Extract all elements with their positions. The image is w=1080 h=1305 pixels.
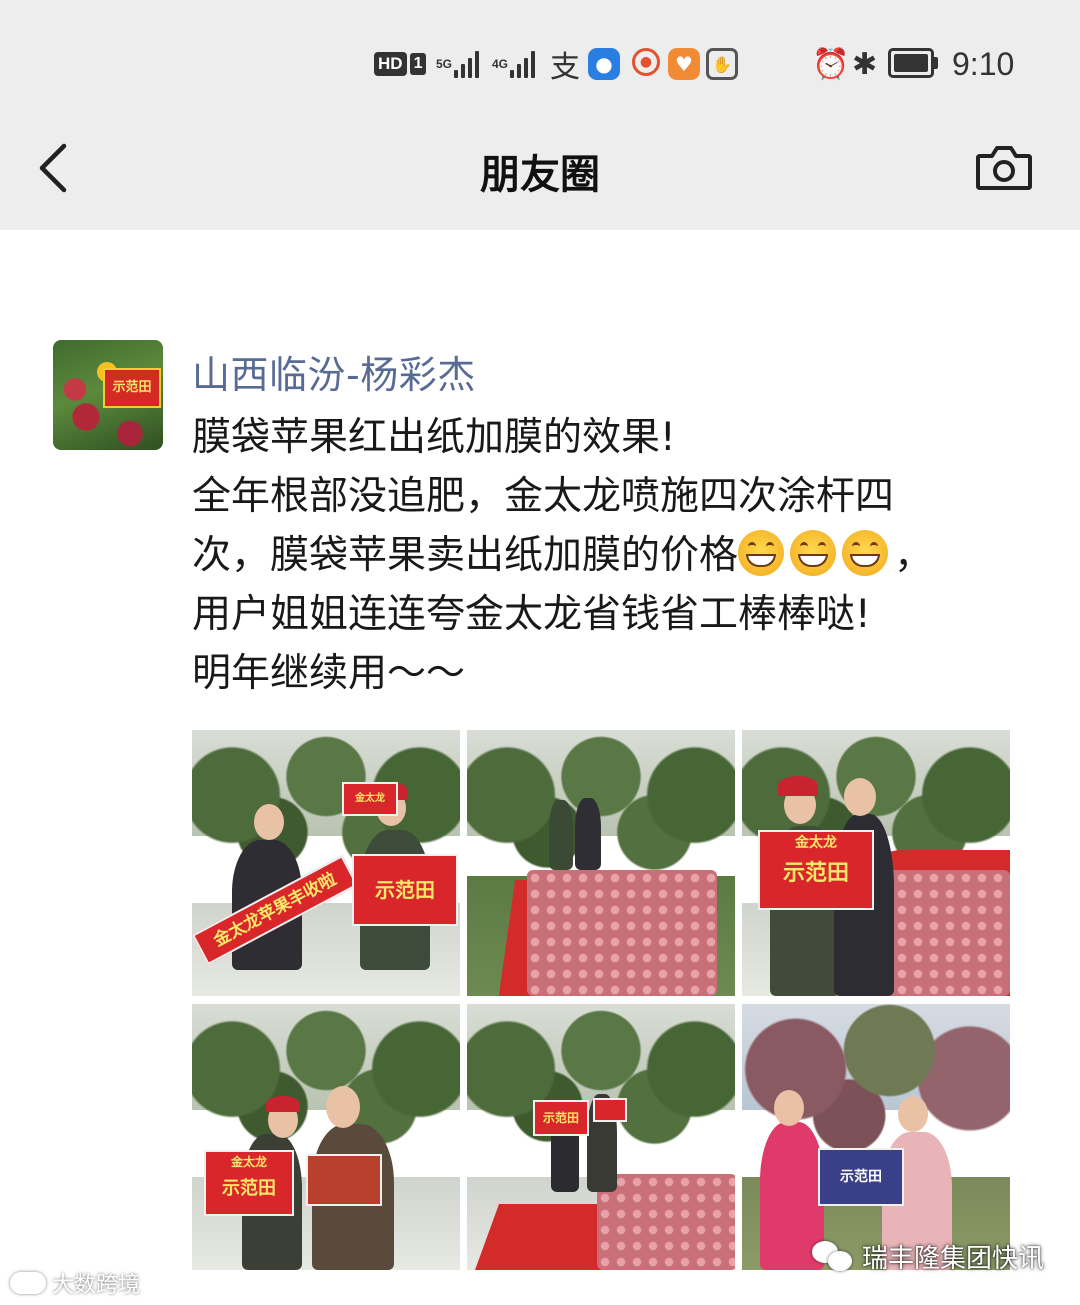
photo-sign: 金太龙 示范田 <box>204 1150 294 1216</box>
status-time: 9:10 <box>952 45 1015 82</box>
post-author[interactable]: 山西临汾-杨彩杰 <box>192 344 476 399</box>
post-line-3-text: 次，膜袋苹果卖出纸加膜的价格 <box>192 533 739 578</box>
moments-screen: HD 1 5G 4G 支 ● ● ♥ ✋ ⏰ ✱ 9:10 朋友圈 示范田 山西… <box>0 0 1080 1305</box>
person-head <box>774 1090 804 1126</box>
post-photo-3[interactable]: 金太龙 示范田 <box>742 730 1010 996</box>
apple-pile <box>878 870 1010 996</box>
person-head <box>326 1086 360 1128</box>
person-head <box>254 804 284 840</box>
photo-sign-header: 金太龙 <box>795 835 837 851</box>
hand-app-icon: ✋ <box>706 48 738 80</box>
post-photo-2[interactable] <box>467 730 735 996</box>
watermark-logo-icon <box>10 1272 46 1294</box>
camera-icon <box>976 146 1032 190</box>
avatar[interactable]: 示范田 <box>53 340 163 450</box>
status-bar: HD 1 5G 4G 支 ● ● ♥ ✋ ⏰ ✱ 9:10 <box>0 0 1080 120</box>
sim-slot-label: 1 <box>409 53 427 75</box>
post-line-2: 全年根部没追肥，金太龙喷施四次涂杆四 <box>192 474 895 519</box>
camera-button[interactable] <box>974 142 1034 192</box>
hd-label: HD <box>374 52 407 76</box>
apple-pile <box>527 870 717 996</box>
post-line-3: 次，膜袋苹果卖出纸加膜的价格 ， <box>192 526 1032 585</box>
avatar-sign: 示范田 <box>103 368 161 408</box>
photo-sign-small: 金太龙 <box>342 782 398 816</box>
alipay-icon: 支 <box>550 50 580 85</box>
photo-sign-2 <box>593 1098 627 1122</box>
post-line-1: 膜袋苹果红出纸加膜的效果! <box>192 415 676 460</box>
watermark-left-text: 大数跨境 <box>52 1273 141 1298</box>
photo-sign-text: 示范田 <box>782 861 849 886</box>
signal-4g-icon: 4G <box>492 44 536 84</box>
watermark-left: 大数跨境 <box>10 1268 140 1298</box>
person-cap <box>778 776 818 796</box>
signal-4g-label: 4G <box>492 57 509 71</box>
hd-icon: HD 1 <box>374 44 427 84</box>
bluetooth-icon: ✱ <box>852 46 878 82</box>
bulb-app-icon: ● <box>588 48 620 80</box>
battery-charging-icon <box>888 48 938 78</box>
grinning-face-emoji-icon <box>790 530 837 576</box>
cup-app-icon: ● <box>632 48 660 76</box>
person-head <box>844 778 876 816</box>
person-figure <box>575 798 601 870</box>
page-title: 朋友圈 <box>480 152 600 198</box>
post-line-4: 用户姐姐连连夸金太龙省钱省工棒棒哒! <box>192 592 871 637</box>
post-content: 膜袋苹果红出纸加膜的效果! 全年根部没追肥，金太龙喷施四次涂杆四 次，膜袋苹果卖… <box>192 408 1032 703</box>
photo-sign-2 <box>306 1154 382 1206</box>
post-line-3-suffix: ， <box>894 533 934 578</box>
signal-5g-icon: 5G <box>436 44 480 84</box>
post-photo-4[interactable]: 金太龙 示范田 <box>192 1004 460 1270</box>
signal-5g-label: 5G <box>436 57 453 71</box>
photo-sign: 示范田 <box>352 854 458 926</box>
nav-bar: 朋友圈 <box>0 120 1080 230</box>
heart-app-icon: ♥ <box>668 48 700 80</box>
alarm-icon: ⏰ <box>812 46 850 82</box>
photo-sign: 金太龙 示范田 <box>758 830 874 910</box>
post-photo-1[interactable]: 金太龙 金太龙苹果丰收啦 示范田 <box>192 730 460 996</box>
post-photo-6[interactable]: 示范田 <box>742 1004 1010 1270</box>
apple-pile <box>597 1174 735 1270</box>
post-photo-5[interactable]: 示范田 <box>467 1004 735 1270</box>
post-line-5: 明年继续用～～ <box>192 651 466 696</box>
photo-sign-header: 金太龙 <box>230 1155 267 1169</box>
grinning-face-emoji-icon <box>842 530 889 576</box>
wechat-icon <box>812 1239 854 1273</box>
person-cap <box>266 1096 300 1112</box>
photo-sign: 示范田 <box>533 1100 589 1136</box>
grinning-face-emoji-icon <box>738 530 785 576</box>
photo-sign: 示范田 <box>818 1148 904 1206</box>
watermark-right: 瑞丰隆集团快讯 <box>812 1236 1044 1276</box>
watermark-right-text: 瑞丰隆集团快讯 <box>862 1243 1045 1274</box>
person-figure <box>549 800 573 870</box>
photo-sign-text: 示范田 <box>222 1178 276 1199</box>
person-head <box>898 1096 928 1132</box>
